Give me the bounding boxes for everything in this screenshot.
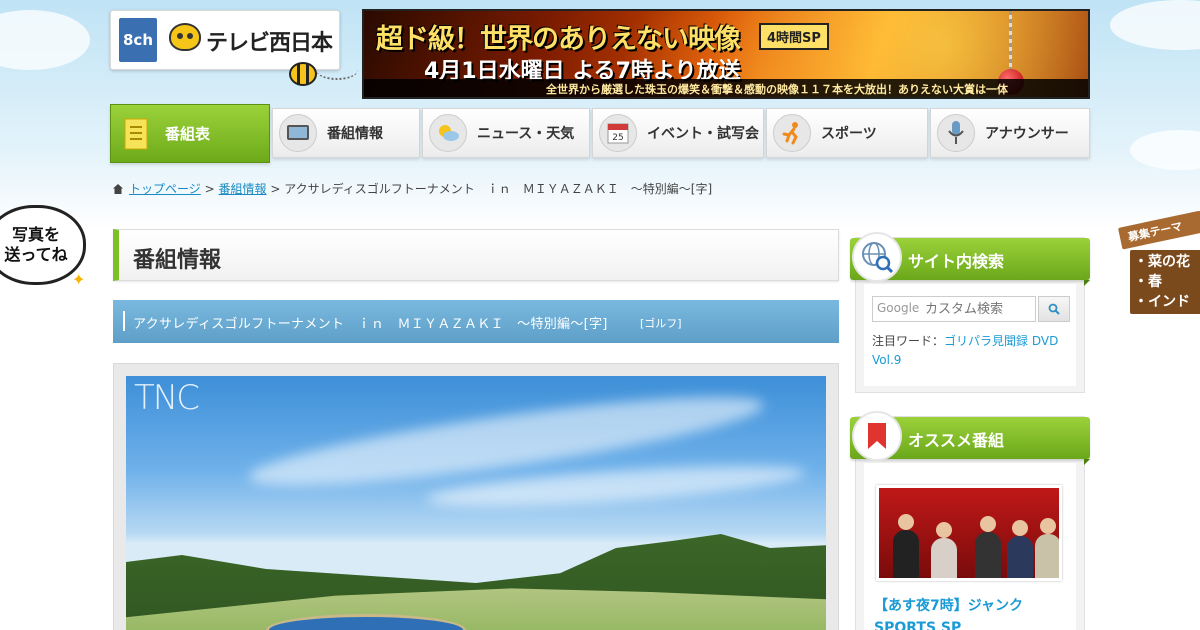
title-rule [123, 311, 125, 331]
theme-item: ・春 [1134, 274, 1162, 290]
breadcrumb: トップページ > 番組情報 > アクサレディスゴルフトーナメント ｉｎ ＭＩＹＡ… [113, 180, 712, 197]
calendar-icon: 25 [599, 114, 637, 152]
global-nav: 番組表 番組情報 ニュース・天気 25 イベント・試写会 スポーツ アナウンサー [110, 104, 1090, 164]
nav-label: 番組表 [165, 125, 211, 143]
person-figure [1035, 518, 1059, 578]
promo-banner[interactable]: 超ド級！世界のありえない映像 4時間SP 4月1日水曜日 よる7時より放送 全世… [362, 9, 1090, 99]
theme-item: ・菜の花 [1134, 254, 1190, 270]
program-photo: TNC [126, 376, 826, 630]
bookmark-icon [852, 411, 902, 461]
tv-icon [279, 114, 317, 152]
recommended-body: 【あす夜7時】ジャンクSPORTS SP [864, 463, 1076, 630]
cloud [0, 10, 90, 70]
google-mark: Google [877, 301, 920, 315]
weather-icon [429, 114, 467, 152]
program-title: アクサレディスゴルフトーナメント ｉｎ ＭＩＹＡＺＡＫＩ ～特別編～[字] [133, 317, 608, 332]
nav-label: ニュース・天気 [477, 126, 575, 142]
site-logo[interactable]: 8ch テレビ西日本 [110, 10, 340, 70]
search-icon [1048, 303, 1060, 315]
microphone-icon [937, 114, 975, 152]
nav-label: イベント・試写会 [647, 126, 759, 142]
recommended-title: オススメ番組 [908, 431, 1005, 450]
bubble-line: 送ってね [4, 245, 68, 264]
nav-item-events[interactable]: 25 イベント・試写会 [592, 108, 764, 158]
bee-icon [289, 62, 317, 86]
document-icon [117, 115, 155, 153]
keyword-label: 注目ワード： [872, 334, 945, 348]
svg-text:25: 25 [612, 133, 623, 143]
site-search-box: サイト内検索 Google 注目ワード：ゴリパラ見聞録 DVD Vol.9 [850, 232, 1090, 393]
recommended-header: オススメ番組 [850, 411, 1090, 465]
breadcrumb-separator: > [270, 182, 281, 196]
nav-item-program-info[interactable]: 番組情報 [272, 108, 420, 158]
featured-keyword: 注目ワード：ゴリパラ見聞録 DVD Vol.9 [872, 332, 1072, 370]
page-title-text: 番組情報 [133, 248, 222, 273]
theme-tab-title: 募集テーマ [1118, 210, 1200, 250]
person-figure [1007, 520, 1033, 578]
banner-subtitle: 全世界から厳選した珠玉の爆笑＆衝撃＆感動の映像１１７本を大放出！ありえない大賞は… [364, 79, 1088, 97]
mascot-icon [169, 23, 201, 51]
tnc-watermark: TNC [134, 378, 200, 418]
theme-list: ・菜の花 ・春 ・インド [1130, 250, 1200, 314]
breadcrumb-section-link[interactable]: 番組情報 [218, 182, 266, 196]
sparkle-icon: ✦ [72, 270, 86, 289]
search-title: サイト内検索 [908, 252, 1005, 271]
nav-item-announcers[interactable]: アナウンサー [930, 108, 1090, 158]
breadcrumb-separator: > [204, 182, 215, 196]
chain-graphic [1009, 11, 1012, 71]
banner-title: 超ド級！世界のありえない映像 [376, 24, 741, 55]
breadcrumb-home-link[interactable]: トップページ [129, 182, 201, 196]
home-icon [113, 184, 123, 194]
nav-item-sports[interactable]: スポーツ [766, 108, 928, 158]
recommended-thumbnail[interactable] [876, 485, 1062, 581]
bubble-line: 写真を [11, 225, 60, 244]
cloud [1130, 130, 1200, 170]
person-figure [931, 522, 957, 578]
recommended-box: オススメ番組 【あす夜7時】ジャンクSPORTS SP [850, 411, 1090, 630]
search-header: サイト内検索 [850, 232, 1090, 286]
search-body: Google 注目ワード：ゴリパラ見聞録 DVD Vol.9 [864, 284, 1076, 386]
banner-badge: 4時間SP [759, 23, 829, 50]
globe-search-icon [852, 232, 902, 282]
runner-icon [773, 114, 811, 152]
search-button[interactable] [1038, 296, 1070, 322]
person-figure [893, 514, 919, 578]
recommended-program-link[interactable]: 【あす夜7時】ジャンクSPORTS SP [874, 595, 1074, 630]
nav-label: アナウンサー [985, 126, 1069, 142]
program-title-bar: アクサレディスゴルフトーナメント ｉｎ ＭＩＹＡＺＡＫＩ ～特別編～[字] [ゴ… [113, 300, 839, 343]
search-row: Google [872, 296, 1070, 322]
nav-label: 番組情報 [327, 126, 383, 142]
logo-text: テレビ西日本 [206, 31, 333, 56]
page-title: 番組情報 [113, 229, 839, 281]
nav-item-schedule[interactable]: 番組表 [110, 104, 270, 163]
person-figure [975, 516, 1001, 578]
program-photo-frame: TNC [113, 363, 839, 630]
bee-trail [316, 60, 358, 80]
channel-badge: 8ch [119, 18, 157, 62]
breadcrumb-current: アクサレディスゴルフトーナメント ｉｎ ＭＩＹＡＺＡＫＩ ～特別編～[字] [284, 182, 713, 196]
nav-label: スポーツ [821, 126, 877, 142]
nav-item-news-weather[interactable]: ニュース・天気 [422, 108, 590, 158]
cloud [1110, 0, 1200, 50]
photo-theme-tab[interactable]: 募集テーマ ・菜の花 ・春 ・インド [1118, 210, 1200, 314]
program-genre: [ゴルフ] [640, 317, 682, 330]
theme-item: ・インド [1134, 294, 1190, 310]
